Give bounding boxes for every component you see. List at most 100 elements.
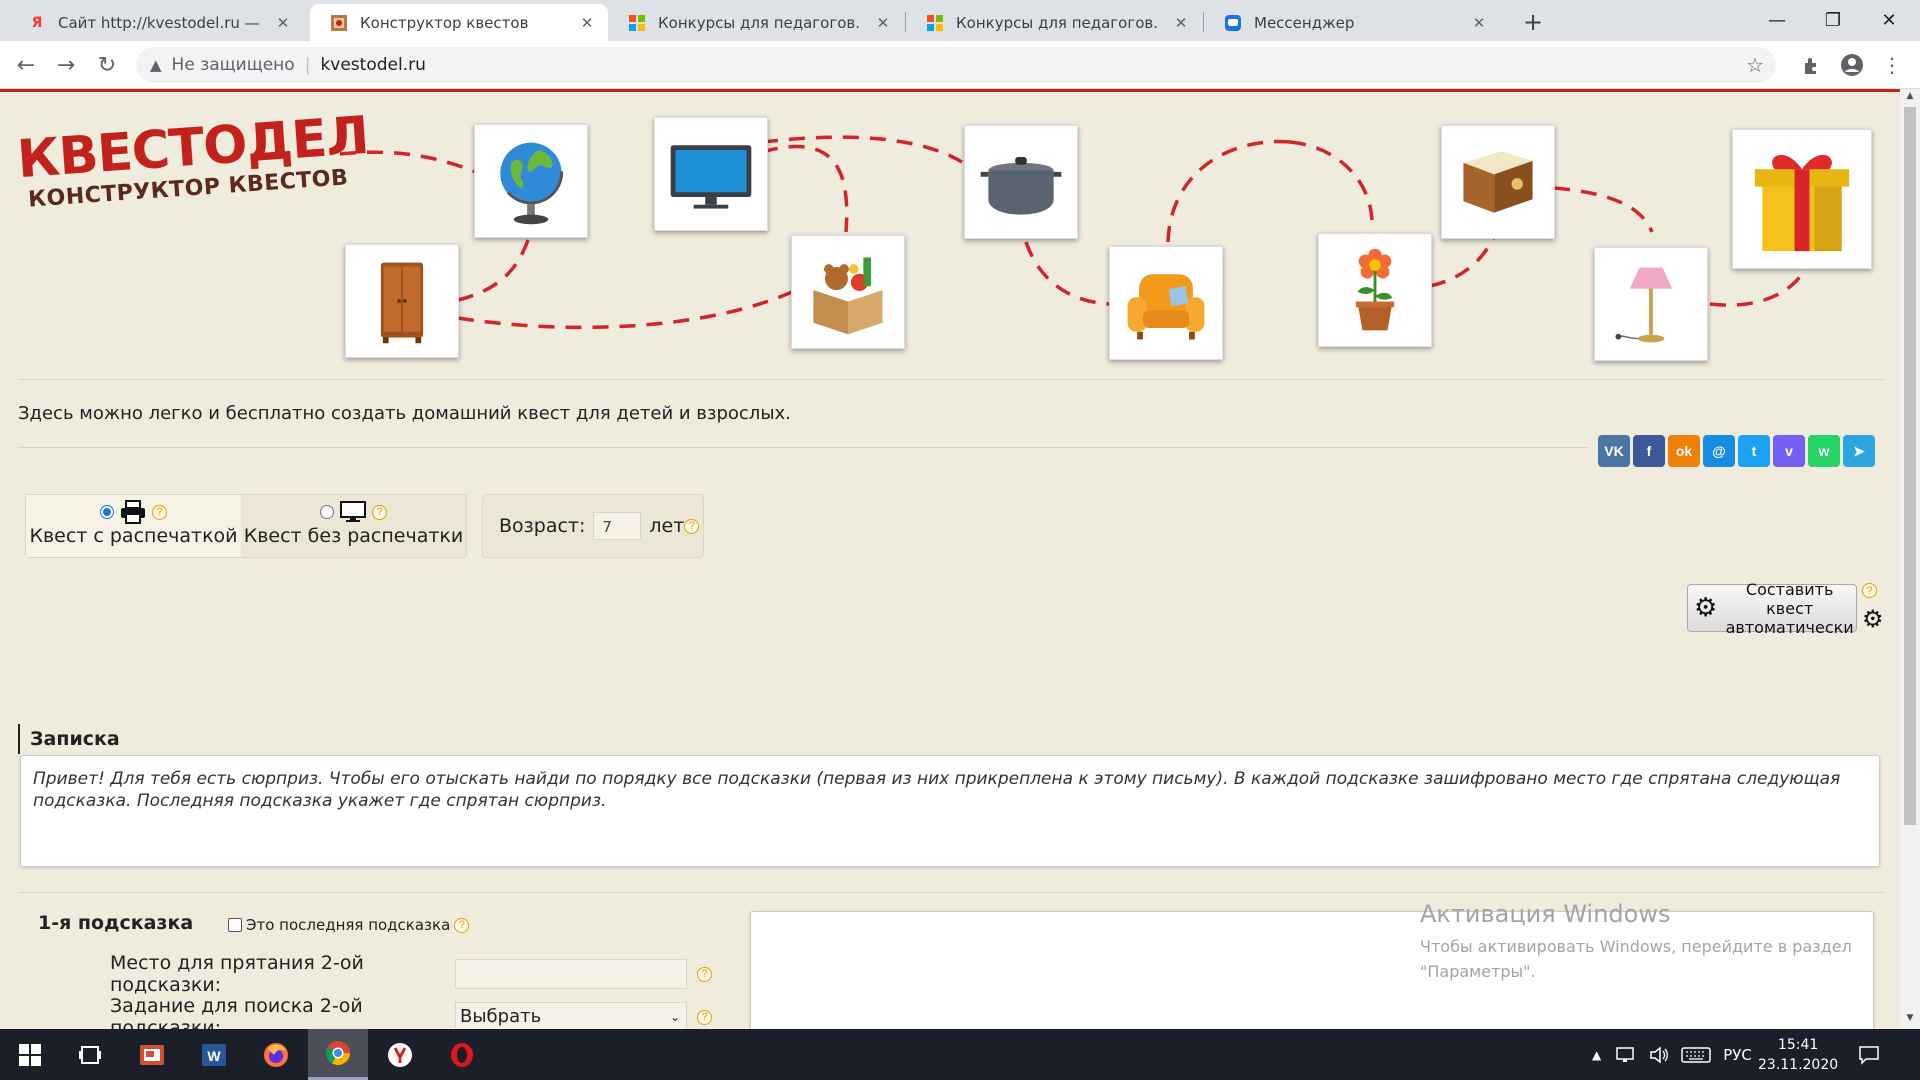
taskbar-app-word[interactable]: W (184, 1029, 244, 1080)
new-tab-button[interactable]: + (1520, 8, 1546, 36)
tab-kvestodel[interactable]: Конструктор квестов ✕ (310, 4, 608, 41)
close-icon[interactable]: ✕ (1470, 14, 1488, 32)
facebook-icon[interactable]: f (1633, 435, 1665, 467)
forward-button[interactable]: → (54, 53, 78, 78)
whatsapp-icon[interactable]: w (1808, 435, 1840, 467)
windows-start-icon (19, 1043, 41, 1066)
taskbar-app-yandex-browser[interactable] (370, 1029, 430, 1080)
chrome-icon (325, 1041, 350, 1066)
settings-gear-icon[interactable]: ⚙ (1862, 605, 1884, 633)
toolbar: ← → ↻ ▲ Не защищено | kvestodel.ru ☆ ⋮ (0, 41, 1920, 89)
telegram-icon[interactable]: ➤ (1843, 435, 1875, 467)
watermark-text: Чтобы активировать Windows, перейдите в … (1420, 937, 1852, 981)
menu-kebab-icon[interactable]: ⋮ (1880, 53, 1904, 77)
clock-time: 15:41 (1777, 1037, 1819, 1053)
taskbar-app-firefox[interactable] (246, 1029, 306, 1080)
flower-pot-icon (1355, 248, 1395, 331)
tray-expand-icon[interactable]: ▲ (1592, 1048, 1601, 1062)
mode-print-label: Квест с распечаткой (29, 525, 238, 547)
notifications-button[interactable] (1858, 1029, 1880, 1080)
taskbar-app-chrome[interactable] (308, 1029, 368, 1080)
extensions-icon[interactable] (1800, 53, 1824, 77)
close-icon[interactable]: ✕ (1172, 14, 1190, 32)
mode-noprint-radio[interactable] (320, 505, 334, 519)
help-icon[interactable]: ? (454, 917, 470, 933)
windows-taskbar: W ▲ РУС 15:41 23.11.2020 (0, 1029, 1920, 1080)
help-icon[interactable]: ? (152, 504, 167, 520)
twitter-icon[interactable]: t (1738, 435, 1770, 467)
scrollbar-thumb[interactable] (1904, 107, 1916, 825)
tab-title: Мессенджер (1254, 13, 1355, 32)
last-hint-label: Это последняя подсказка (246, 916, 451, 934)
keyboard-icon[interactable] (1681, 1046, 1711, 1064)
mode-print-radio[interactable] (100, 505, 114, 519)
task-view-button[interactable] (60, 1029, 120, 1080)
odnoklassniki-icon[interactable]: ok (1668, 435, 1700, 467)
close-icon[interactable]: ✕ (578, 14, 596, 32)
task-select-value: Выбрать (460, 1006, 542, 1027)
clock[interactable]: 15:41 23.11.2020 (1758, 1035, 1838, 1075)
tab-title: Конкурсы для педагогов. Соревнования (956, 13, 1162, 32)
checkbox[interactable] (228, 918, 242, 932)
help-icon[interactable]: ? (1862, 583, 1877, 598)
taskbar-app-presentation[interactable] (122, 1029, 182, 1080)
windows-logo-icon (926, 14, 944, 32)
mailru-icon[interactable]: @ (1703, 435, 1735, 467)
help-icon[interactable]: ? (372, 504, 387, 520)
messenger-icon (1224, 14, 1242, 32)
tab-yandex[interactable]: Я Сайт http://kvestodel.ru — Яндекс ✕ (8, 4, 304, 41)
header-divider (18, 379, 1884, 380)
start-button[interactable] (0, 1029, 60, 1080)
gears-icon: ⚙ (1694, 593, 1718, 623)
language-indicator[interactable]: РУС (1723, 1046, 1752, 1064)
last-hint-checkbox[interactable]: Это последняя подсказка ? (228, 916, 470, 934)
minimize-button[interactable]: — (1750, 0, 1804, 41)
task-select[interactable]: Выбрать ⌄ (455, 1002, 687, 1029)
age-label: Возраст: (499, 515, 586, 537)
tab-messenger[interactable]: Мессенджер ✕ (1204, 4, 1500, 41)
tab-konkursy-1[interactable]: Конкурсы для педагогов. Соревнования ✕ (608, 4, 904, 41)
warning-icon[interactable]: ▲ (150, 56, 162, 74)
restore-button[interactable]: ❐ (1806, 0, 1860, 41)
yandex-browser-icon (388, 1042, 412, 1067)
place-input[interactable] (455, 959, 687, 989)
help-icon[interactable]: ? (697, 966, 712, 982)
armchair-icon (1127, 274, 1205, 340)
close-window-button[interactable]: ✕ (1862, 0, 1916, 41)
quest-mode-selector: ? Квест с распечаткой ? Квест без распеч… (25, 494, 467, 558)
pot-card (964, 125, 1078, 239)
vk-icon[interactable]: VK (1598, 435, 1630, 467)
word-icon: W (202, 1043, 226, 1066)
mode-print-option[interactable]: ? Квест с распечаткой (26, 495, 241, 557)
back-button[interactable]: ← (14, 53, 38, 78)
page-scrollbar[interactable]: ▲ ▼ (1900, 89, 1920, 1029)
page-content: КВЕСТОДЕЛ КОНСТРУКТОР КВЕСТОВ Здесь можн… (0, 89, 1900, 1029)
scroll-down-arrow[interactable]: ▼ (1900, 1013, 1920, 1029)
task-label: Задание для поиска 2-ой подсказки: (110, 995, 363, 1029)
help-icon[interactable]: ? (684, 518, 700, 534)
wardrobe-icon (380, 262, 424, 344)
scroll-up-arrow[interactable]: ▲ (1900, 91, 1920, 107)
network-icon[interactable] (1615, 1046, 1637, 1064)
mode-noprint-label: Квест без распечатки (243, 525, 464, 547)
help-icon[interactable]: ? (697, 1009, 712, 1025)
viber-icon[interactable]: v (1773, 435, 1805, 467)
note-textarea[interactable]: Привет! Для тебя есть сюрприз. Чтобы его… (20, 755, 1880, 867)
tab-konkursy-2[interactable]: Конкурсы для педагогов. Соревнования ✕ (906, 4, 1202, 41)
age-input[interactable]: 7 (593, 512, 642, 540)
notification-icon (1859, 1045, 1879, 1065)
taskbar-app-opera[interactable] (432, 1029, 492, 1080)
volume-icon[interactable] (1649, 1045, 1669, 1064)
gift-icon (1754, 154, 1850, 252)
address-bar[interactable]: ▲ Не защищено | kvestodel.ru ☆ (136, 47, 1776, 83)
mode-noprint-option[interactable]: ? Квест без распечатки (241, 495, 466, 557)
bookmark-star-icon[interactable]: ☆ (1746, 53, 1764, 77)
yandex-icon: Я (31, 14, 43, 31)
clock-date: 23.11.2020 (1758, 1057, 1839, 1073)
close-icon[interactable]: ✕ (874, 14, 892, 32)
tv-card (654, 117, 768, 231)
profile-avatar-icon[interactable] (1840, 53, 1864, 77)
reload-button[interactable]: ↻ (95, 53, 119, 78)
close-icon[interactable]: ✕ (274, 14, 292, 32)
auto-compose-button[interactable]: ⚙ Составить квест автоматически (1687, 580, 1857, 637)
